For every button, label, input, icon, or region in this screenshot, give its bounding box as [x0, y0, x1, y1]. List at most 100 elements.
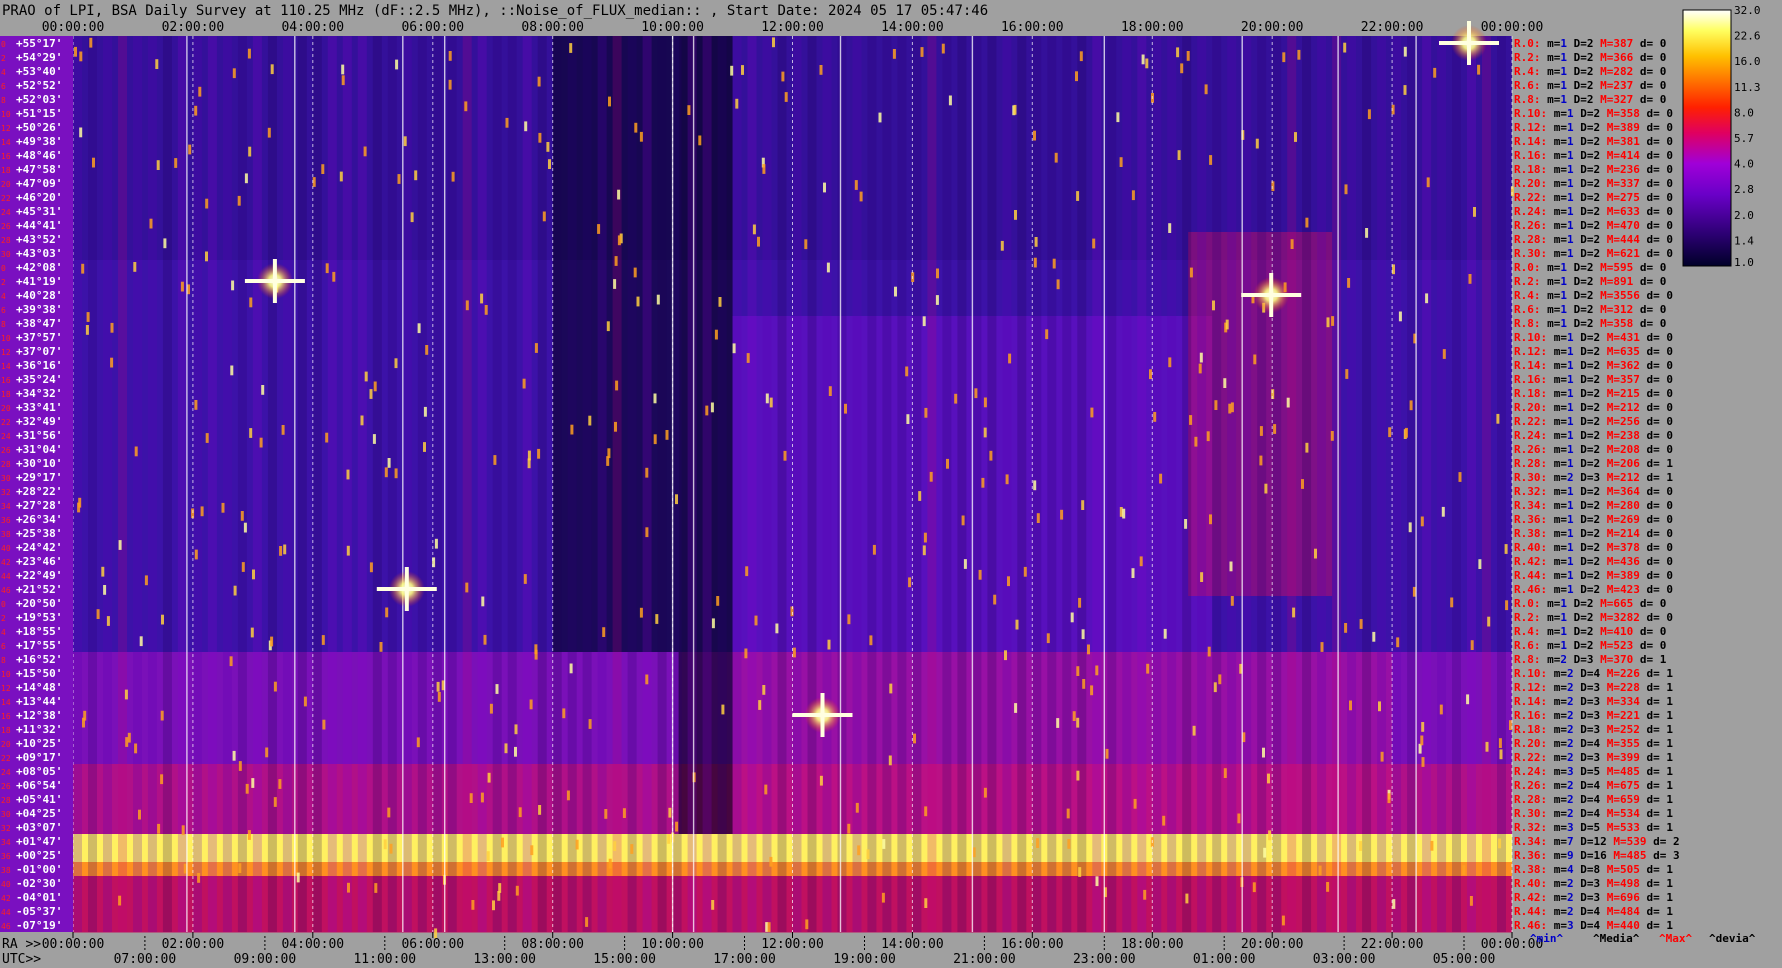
heatmap-speckle	[1036, 838, 1040, 848]
declination-label: +13°44'	[16, 695, 62, 708]
row-index-label: 26	[1, 222, 11, 231]
declination-label: +01°47'	[16, 835, 62, 848]
declination-label: +36°16'	[16, 359, 62, 372]
heatmap-noise-stripe	[1137, 36, 1147, 932]
row-stat-line: R.14: m=1 D=2 M=381 d= 0	[1514, 135, 1673, 148]
heatmap-speckle	[935, 295, 939, 305]
row-index-label: 6	[1, 306, 6, 315]
heatmap-noise-stripe	[657, 36, 667, 932]
heatmap-speckle	[1223, 378, 1227, 388]
heatmap-speckle	[229, 656, 233, 667]
heatmap-speckle	[819, 65, 823, 75]
heatmap-speckle	[372, 434, 376, 444]
heatmap-speckle	[1286, 397, 1290, 408]
declination-label: +51°15'	[16, 107, 62, 120]
heatmap-speckle	[1076, 666, 1080, 676]
heatmap-speckle	[617, 235, 621, 246]
heatmap-speckle	[961, 515, 965, 526]
heatmap-speckle	[585, 917, 589, 927]
heatmap-speckle	[339, 171, 343, 182]
heatmap-noise-stripe	[1362, 36, 1372, 932]
row-index-label: 26	[1, 782, 11, 791]
heatmap-speckle	[1468, 274, 1472, 284]
heatmap-speckle	[615, 380, 619, 391]
heatmap-speckle	[1229, 561, 1233, 572]
row-stat-line: R.42: m=1 D=2 M=436 d= 0	[1514, 555, 1673, 568]
heatmap-speckle	[983, 787, 987, 798]
heatmap-speckle	[732, 343, 736, 354]
heatmap-speckle	[296, 872, 300, 883]
heatmap-speckle	[941, 43, 945, 54]
heatmap-speckle	[247, 48, 251, 59]
row-stat-line: R.30: m=2 D=4 M=534 d= 1	[1514, 807, 1673, 820]
utc-time-label: 01:00:00	[1193, 952, 1256, 967]
heatmap-speckle	[633, 267, 637, 278]
heatmap-noise-stripe	[432, 36, 442, 932]
row-index-label: 16	[1, 376, 11, 385]
heatmap-speckle	[1206, 431, 1210, 442]
utc-time-label: 07:00:00	[114, 952, 177, 967]
row-stat-line: R.20: m=1 D=2 M=337 d= 0	[1514, 177, 1673, 190]
heatmap-speckle	[363, 146, 367, 157]
colorbar-tick-label: 1.0	[1734, 256, 1754, 269]
heatmap-speckle	[1409, 400, 1413, 411]
colorbar-tick-label: 16.0	[1734, 55, 1761, 68]
row-index-label: 10	[1, 334, 11, 343]
heatmap-speckle	[1318, 865, 1322, 876]
declination-label: +16°52'	[16, 653, 62, 666]
heatmap-speckle	[1209, 514, 1212, 525]
heatmap-speckle	[534, 644, 538, 655]
heatmap-speckle	[636, 296, 640, 307]
declination-label: +06°54'	[16, 779, 62, 792]
declination-label: +14°48'	[16, 681, 62, 694]
heatmap-speckle	[1442, 349, 1446, 359]
row-index-label: 16	[1, 712, 11, 721]
heatmap-speckle	[232, 750, 236, 761]
heatmap-noise-stripe	[867, 36, 877, 932]
heatmap-speckle	[448, 51, 452, 61]
heatmap-speckle	[1078, 867, 1082, 877]
heatmap-noise-stripe	[177, 36, 187, 932]
heatmap-speckle	[157, 823, 161, 834]
declination-label: +49°38'	[16, 135, 62, 148]
heatmap-speckle	[518, 807, 522, 818]
heatmap-speckle	[613, 279, 617, 289]
heatmap-speckle	[881, 892, 885, 903]
heatmap-speckle	[394, 468, 398, 479]
top-time-label: 00:00:00	[1481, 20, 1544, 35]
row-stat-line: R.22: m=1 D=2 M=256 d= 0	[1514, 415, 1673, 428]
heatmap-speckle	[1198, 363, 1202, 374]
declination-label: +18°55'	[16, 625, 62, 638]
heatmap-speckle	[1056, 718, 1060, 728]
heatmap-speckle	[85, 325, 89, 335]
heatmap-speckle	[1403, 46, 1407, 57]
heatmap-speckle	[542, 211, 546, 222]
heatmap-speckle	[160, 710, 164, 721]
row-stat-line: R.26: m=1 D=2 M=208 d= 0	[1514, 443, 1673, 456]
declination-label: +42°08'	[16, 261, 62, 274]
heatmap-speckle	[718, 297, 722, 307]
heatmap-speckle	[161, 614, 164, 625]
heatmap-speckle	[240, 511, 244, 521]
heatmap-speckle	[1387, 793, 1391, 804]
heatmap-speckle	[1267, 773, 1270, 784]
heatmap-speckle	[244, 173, 248, 184]
heatmap-speckle	[1176, 47, 1180, 58]
heatmap-speckle	[1392, 899, 1396, 909]
row-stat-line: R.46: m=3 D=4 M=440 d= 1	[1514, 919, 1673, 932]
heatmap-speckle	[514, 746, 517, 757]
heatmap-speckle	[448, 79, 452, 90]
heatmap-speckle	[487, 772, 491, 783]
heatmap-speckle	[1034, 237, 1038, 247]
heatmap-speckle	[819, 775, 823, 786]
heatmap-speckle	[1263, 847, 1267, 858]
heatmap-speckle	[261, 385, 265, 395]
heatmap-speckle	[538, 132, 542, 143]
survey-chart: PRAO of LPI, BSA Daily Survey at 110.25 …	[0, 0, 1782, 968]
heatmap-speckle	[645, 527, 649, 538]
heatmap-speckle	[504, 743, 508, 754]
ra-time-label: 06:00:00	[401, 937, 464, 952]
heatmap-speckle	[906, 414, 910, 424]
row-stat-line: R.30: m=2 D=3 M=212 d= 1	[1514, 471, 1673, 484]
heatmap-speckle	[522, 378, 526, 389]
